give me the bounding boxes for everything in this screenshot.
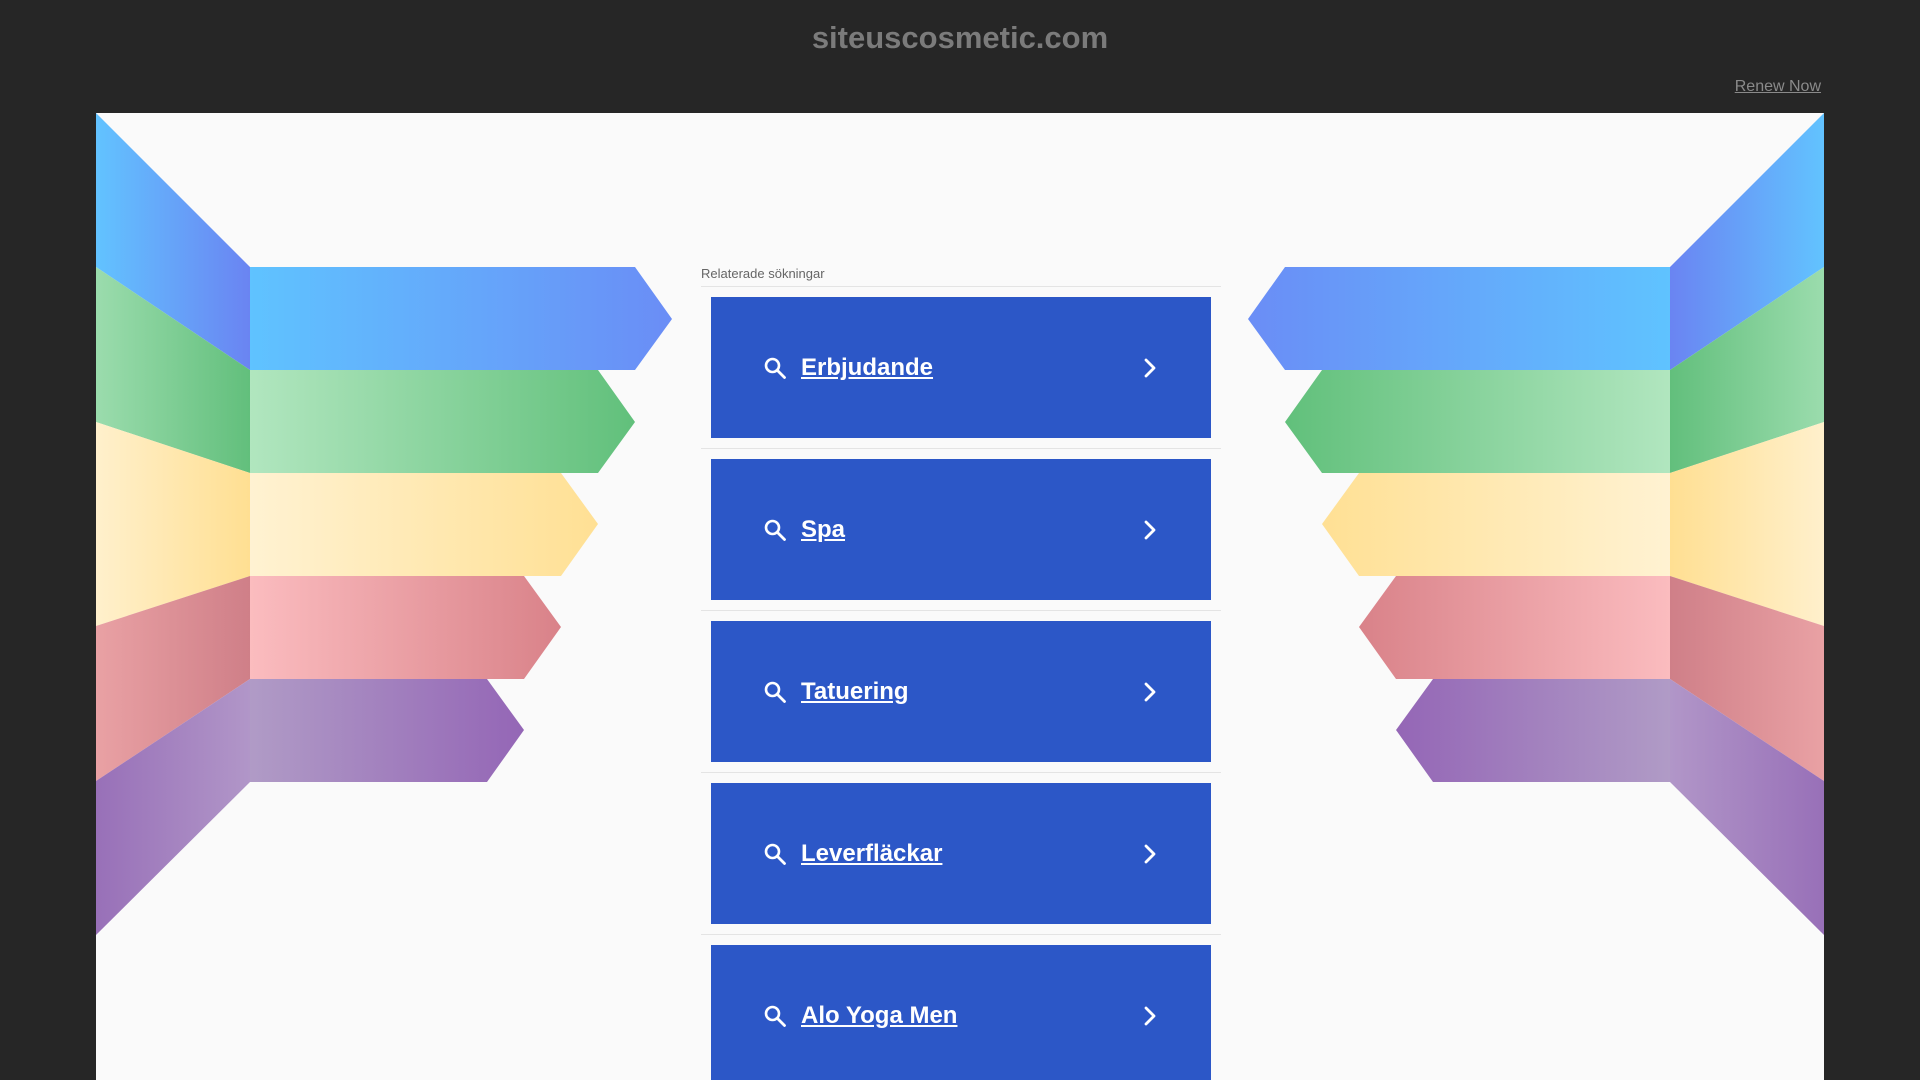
related-search-label: Erbjudande <box>801 353 934 381</box>
content-panel: Relaterade sökningar Erbjudande Spa Tatu… <box>96 113 1824 1080</box>
related-search-link[interactable]: Tatuering <box>711 621 1211 762</box>
related-search-label: Leverfläckar <box>801 839 943 867</box>
chevron-right-icon <box>1144 1006 1156 1025</box>
top-bar: siteuscosmetic.com Renew Now <box>0 0 1920 113</box>
list-item: Leverfläckar <box>701 773 1221 935</box>
related-search-label: Spa <box>801 515 846 543</box>
related-search-link[interactable]: Erbjudande <box>711 297 1211 438</box>
list-item: Tatuering <box>701 611 1221 773</box>
search-icon <box>764 843 786 865</box>
related-search-link[interactable]: Leverfläckar <box>711 783 1211 924</box>
list-item: Alo Yoga Men <box>701 935 1221 1080</box>
list-item: Spa <box>701 449 1221 611</box>
related-search-link[interactable]: Spa <box>711 459 1211 600</box>
search-icon <box>764 519 786 541</box>
chevron-right-icon <box>1144 358 1156 377</box>
search-icon <box>764 681 786 703</box>
chevron-right-icon <box>1144 844 1156 863</box>
related-search-label: Tatuering <box>801 677 909 705</box>
related-searches: Relaterade sökningar Erbjudande Spa Tatu… <box>701 266 1221 1080</box>
related-searches-title: Relaterade sökningar <box>701 266 1221 287</box>
search-icon <box>764 1005 786 1027</box>
chevron-right-icon <box>1144 682 1156 701</box>
domain-title: siteuscosmetic.com <box>811 20 1109 55</box>
search-icon <box>764 357 786 379</box>
related-search-link[interactable]: Alo Yoga Men <box>711 945 1211 1080</box>
list-item: Erbjudande <box>701 287 1221 449</box>
chevron-right-icon <box>1144 520 1156 539</box>
renew-now-link[interactable]: Renew Now <box>1735 78 1821 96</box>
related-search-label: Alo Yoga Men <box>801 1001 958 1029</box>
